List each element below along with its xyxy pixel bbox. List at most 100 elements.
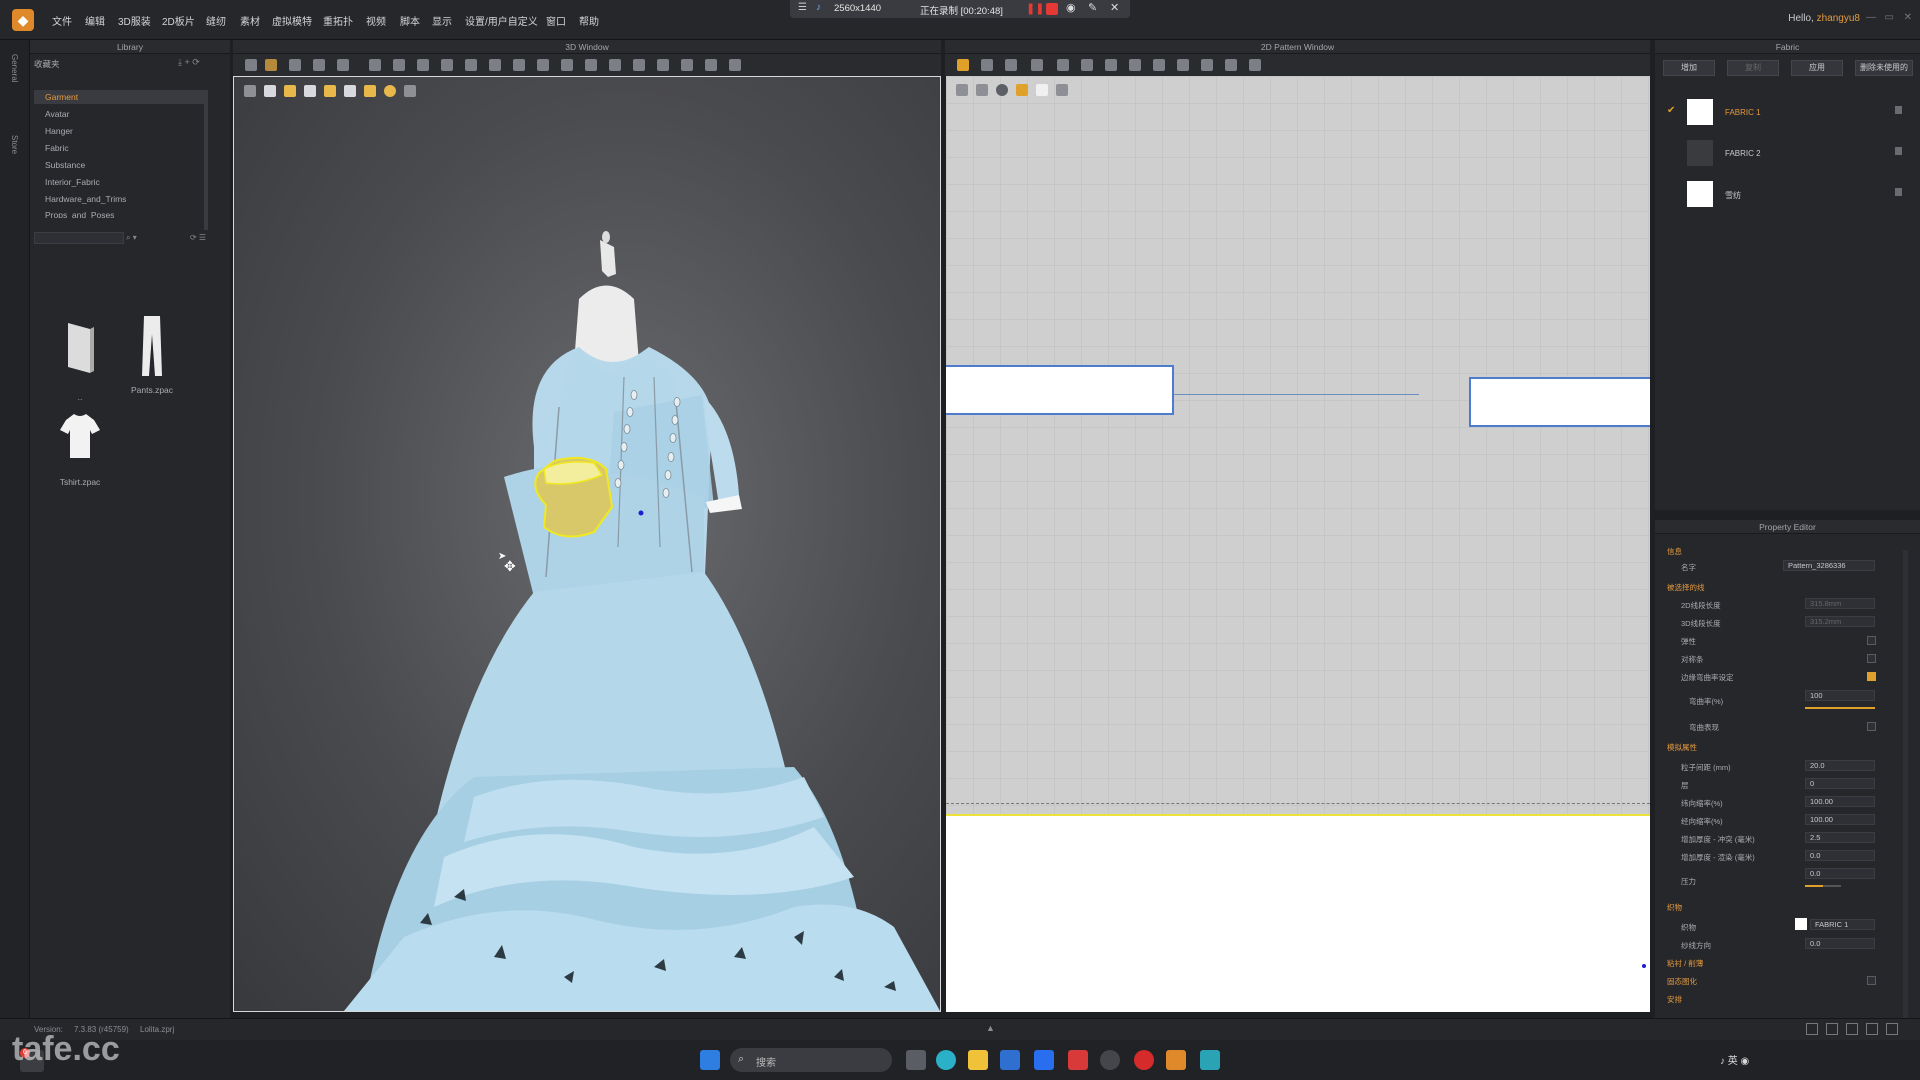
thick-render-field[interactable]: 0.0	[1805, 850, 1875, 861]
recorder-icon[interactable]	[1134, 1050, 1154, 1070]
maximize-icon[interactable]: ▭	[1885, 12, 1894, 23]
polygon-icon[interactable]	[1031, 59, 1043, 71]
delete-unused-button[interactable]: 删除未使用的	[1855, 60, 1913, 76]
measure-tool-icon[interactable]	[337, 59, 349, 71]
move-tool-icon[interactable]	[265, 59, 277, 71]
thick-collision-field[interactable]: 2.5	[1805, 832, 1875, 843]
pattern-display-icon[interactable]	[956, 84, 968, 96]
transform-pattern-icon[interactable]	[957, 59, 969, 71]
bend-field[interactable]: 100	[1805, 690, 1875, 701]
menu-3d-garment[interactable]: 3D服装	[118, 13, 151, 28]
layout-custom-icon[interactable]	[1886, 1023, 1898, 1035]
marvelous-app-icon[interactable]	[1200, 1050, 1220, 1070]
internal-line-icon[interactable]	[1105, 59, 1117, 71]
section-info[interactable]: 信息	[1667, 546, 1682, 557]
pressure-field[interactable]: 0.0	[1805, 868, 1875, 879]
zip-tool-icon[interactable]	[585, 59, 597, 71]
3d-viewport[interactable]: ✥ ➤	[233, 76, 941, 1012]
menu-retopology[interactable]: 重拓扑	[323, 13, 353, 28]
name-field[interactable]: Pattern_3286336	[1783, 560, 1875, 571]
delete-fabric-icon[interactable]	[1895, 147, 1902, 155]
windows-start-icon[interactable]	[700, 1050, 720, 1070]
mic-icon[interactable]: ♪	[816, 2, 821, 13]
camera-app-icon[interactable]	[1100, 1050, 1120, 1070]
expand-up-icon[interactable]: ▲	[986, 1023, 995, 1033]
topstitch-tool-icon[interactable]	[609, 59, 621, 71]
curve-point-icon[interactable]	[1081, 59, 1093, 71]
rectangle-icon[interactable]	[1005, 59, 1017, 71]
shrink-warp-field[interactable]: 100.00	[1805, 814, 1875, 825]
refresh-view-icon[interactable]: ⟳ ☰	[190, 233, 206, 242]
show-checkbox[interactable]	[1867, 722, 1876, 731]
file-explorer-icon[interactable]	[968, 1050, 988, 1070]
menu-window[interactable]: 窗口	[546, 13, 566, 28]
wps-icon[interactable]	[1068, 1050, 1088, 1070]
menu-video[interactable]: 视频	[366, 13, 386, 28]
fabric-row-2[interactable]: FABRIC 2	[1685, 138, 1905, 168]
category-scrollbar[interactable]	[204, 90, 208, 230]
section-arrange[interactable]: 安排	[1667, 994, 1682, 1005]
store-icon[interactable]	[1000, 1050, 1020, 1070]
texture-display-icon[interactable]	[976, 84, 988, 96]
dart-icon[interactable]	[1129, 59, 1141, 71]
property-scrollbar[interactable]	[1903, 550, 1908, 1020]
arrange-tool-icon[interactable]	[393, 59, 405, 71]
menu-avatar[interactable]: 虚拟模特	[272, 13, 312, 28]
file-item-pants[interactable]: Pants.zpac	[122, 310, 187, 395]
gizmo-tool-icon[interactable]	[681, 59, 693, 71]
fold-tool-icon[interactable]	[313, 59, 325, 71]
bend-slider[interactable]	[1805, 707, 1875, 709]
line-tool-icon[interactable]	[489, 59, 501, 71]
category-interior-fabric[interactable]: Interior_Fabric	[45, 177, 100, 187]
pen-icon[interactable]: ✎	[1088, 1, 1097, 14]
file-item-up[interactable]: ..	[50, 315, 115, 402]
menu-script[interactable]: 脚本	[400, 13, 420, 28]
strengthen-tool-icon[interactable]	[417, 59, 429, 71]
tack-tool-icon[interactable]	[369, 59, 381, 71]
point-tool-icon[interactable]	[513, 59, 525, 71]
stop-icon[interactable]	[1046, 3, 1058, 15]
menu-icon[interactable]: ☰	[798, 2, 807, 13]
layout-triple-icon[interactable]	[1846, 1023, 1858, 1035]
len2d-field[interactable]: 315.8mm	[1805, 598, 1875, 609]
texture-tool-icon[interactable]	[657, 59, 669, 71]
category-hanger[interactable]: Hanger	[45, 126, 73, 136]
add-fabric-button[interactable]: 增加	[1663, 60, 1715, 76]
tray-icons[interactable]: ♪ 英 ◉	[1720, 1052, 1749, 1067]
copy-fabric-button[interactable]: 复制	[1727, 60, 1779, 76]
menu-file[interactable]: 文件	[52, 13, 72, 28]
username[interactable]: zhangyu8	[1817, 13, 1860, 24]
app-logo-icon[interactable]: ◆	[12, 9, 34, 31]
shape-tool-icon[interactable]	[705, 59, 717, 71]
button-tool-icon[interactable]	[561, 59, 573, 71]
layer-field[interactable]: 0	[1805, 778, 1875, 789]
pressure-slider[interactable]	[1805, 885, 1841, 887]
layout-split-icon[interactable]	[1826, 1023, 1838, 1035]
menu-edit[interactable]: 编辑	[85, 13, 105, 28]
sewing-display-icon[interactable]	[996, 84, 1008, 96]
fabric-select[interactable]: FABRIC 1	[1810, 919, 1875, 930]
apply-fabric-button[interactable]: 应用	[1791, 60, 1843, 76]
file-item-tshirt[interactable]: Tshirt.zpac	[50, 402, 115, 487]
white-display-icon[interactable]	[1036, 84, 1048, 96]
pleat-icon[interactable]	[1201, 59, 1213, 71]
clo3d-app-icon[interactable]	[1166, 1050, 1186, 1070]
delete-fabric-icon[interactable]	[1895, 106, 1902, 114]
pause-icon[interactable]: ❚❚	[1026, 2, 1044, 15]
fabric-row-3[interactable]: 雪纺	[1685, 179, 1905, 209]
segment-tool-icon[interactable]	[441, 59, 453, 71]
fabric-row-1[interactable]: ✔ FABRIC 1	[1667, 97, 1905, 127]
close-window-icon[interactable]: ✕	[1904, 12, 1912, 23]
section-simulation[interactable]: 模拟属性	[1667, 742, 1697, 753]
override-checkbox[interactable]	[1867, 672, 1876, 681]
menu-2d-pattern[interactable]: 2D板片	[162, 13, 195, 28]
menu-materials[interactable]: 素材	[240, 13, 260, 28]
fabric-color-swatch[interactable]	[1795, 918, 1807, 930]
minimize-icon[interactable]: —	[1866, 12, 1876, 23]
category-fabric[interactable]: Fabric	[45, 143, 69, 153]
task-view-icon[interactable]	[906, 1050, 926, 1070]
segment-sewing-icon[interactable]	[1153, 59, 1165, 71]
section-solidify[interactable]: 固态图化	[1667, 976, 1697, 987]
pattern-piece-left[interactable]	[946, 365, 1174, 415]
edit-pattern-icon[interactable]	[981, 59, 993, 71]
